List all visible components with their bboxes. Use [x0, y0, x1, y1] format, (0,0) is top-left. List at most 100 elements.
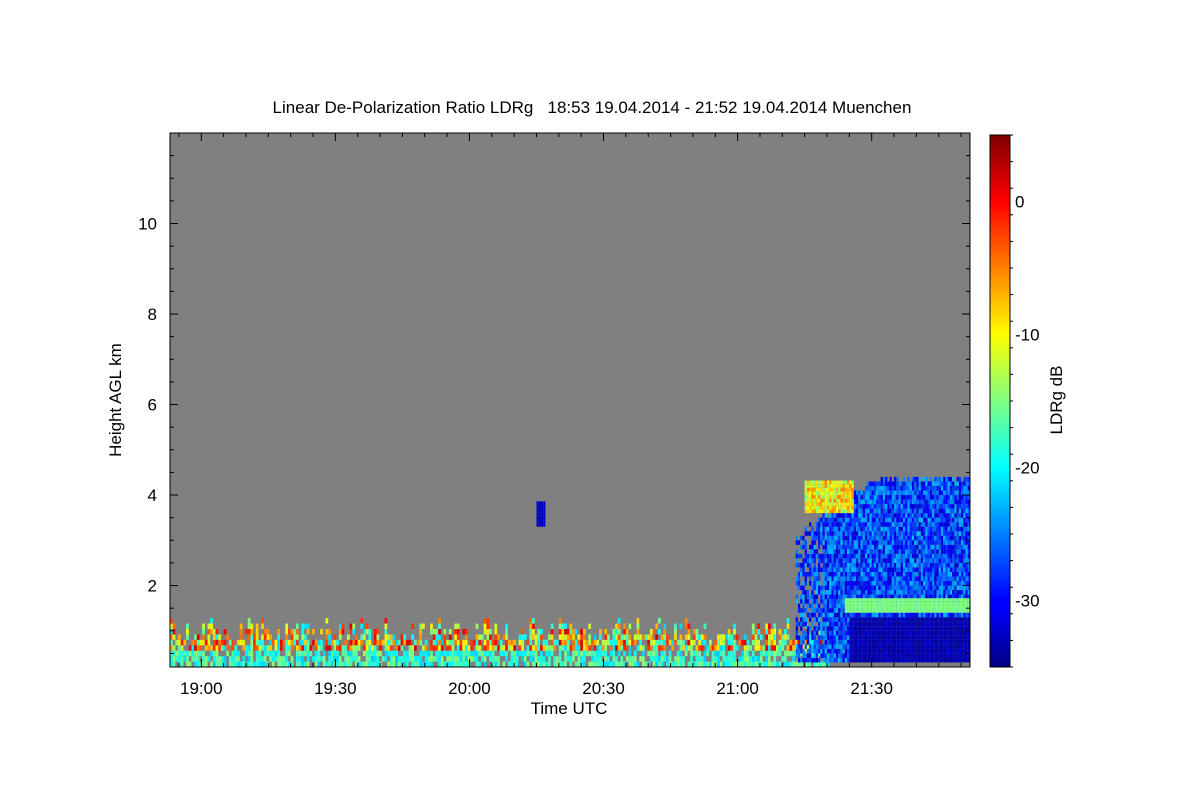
heatmap-cell [894, 571, 897, 577]
heatmap-cell [932, 635, 935, 640]
heatmap-cell [876, 609, 879, 613]
heatmap-cell [905, 558, 908, 563]
heatmap-cell [831, 553, 834, 559]
heatmap-cell [932, 499, 935, 505]
heatmap-cell [873, 639, 877, 645]
heatmap-cell [961, 626, 964, 631]
heatmap-cell [873, 535, 877, 541]
heatmap-cell [574, 661, 578, 667]
heatmap-cell [824, 590, 827, 595]
heatmap-cell [172, 645, 176, 651]
heatmap-cell [925, 653, 928, 658]
heatmap-cell [263, 634, 267, 640]
heatmap-cell [459, 639, 463, 646]
heatmap-cell [797, 648, 801, 654]
heatmap-cell [943, 562, 946, 568]
heatmap-cell [844, 581, 848, 586]
heatmap-cell [395, 639, 398, 646]
heatmap-cell [914, 612, 917, 618]
heatmap-cell [945, 657, 948, 663]
heatmap-cell [550, 623, 554, 629]
heatmap-cell [860, 517, 863, 523]
heatmap-cell [943, 485, 946, 491]
heatmap-cell [333, 650, 337, 657]
heatmap-cell [858, 522, 861, 527]
heatmap-cell [891, 644, 895, 649]
heatmap-cell [483, 645, 487, 651]
heatmap-cell [860, 639, 863, 645]
heatmap-cell [923, 522, 926, 527]
heatmap-cell [876, 601, 879, 606]
heatmap-cell [911, 485, 915, 491]
heatmap-cell [902, 517, 906, 523]
heatmap-cell [849, 576, 852, 582]
heatmap-cell [891, 657, 895, 663]
heatmap-cell [542, 639, 546, 646]
heatmap-cell [956, 495, 959, 500]
heatmap-cell [916, 612, 919, 618]
heatmap-cell [835, 522, 839, 527]
heatmap-cell [475, 650, 479, 657]
heatmap-cell [851, 480, 854, 485]
heatmap-cell [628, 639, 632, 646]
heatmap-cell [876, 513, 879, 518]
heatmap-cell [965, 657, 968, 663]
heatmap-cell [840, 608, 843, 613]
heatmap-cell [902, 581, 906, 586]
heatmap-cell [940, 648, 944, 654]
heatmap-cell [867, 612, 870, 618]
heatmap-cell [824, 509, 827, 514]
heatmap-cell [285, 661, 288, 667]
heatmap-cell [902, 544, 906, 550]
heatmap-cell [965, 626, 968, 631]
heatmap-cell [835, 639, 839, 645]
heatmap-cell [194, 650, 197, 657]
heatmap-cell [873, 581, 877, 586]
heatmap-cell [952, 522, 955, 527]
heatmap-cell [831, 540, 834, 545]
heatmap-cell [918, 531, 921, 536]
heatmap-cell [792, 656, 795, 662]
heatmap-cell [826, 502, 830, 506]
heatmap-cell [545, 645, 549, 651]
heatmap-cell [674, 628, 677, 635]
heatmap-cell [306, 639, 310, 646]
heatmap-cell [887, 639, 890, 645]
heatmap-cell [596, 645, 600, 651]
heatmap-cell [867, 522, 870, 527]
heatmap-cell [958, 630, 962, 636]
heatmap-cell [880, 522, 883, 527]
heatmap-cell [914, 626, 917, 631]
heatmap-cell [824, 517, 827, 523]
heatmap-cell [304, 645, 307, 651]
heatmap-cell [844, 535, 848, 541]
heatmap-cell [914, 590, 917, 595]
heatmap-cell [929, 495, 933, 500]
y-tick-label: 8 [148, 305, 157, 324]
heatmap-cell [840, 567, 843, 572]
heatmap-cell [840, 480, 843, 485]
heatmap-cell [668, 656, 672, 662]
heatmap-cell [860, 609, 863, 613]
heatmap-cell [314, 656, 318, 662]
heatmap-cell [336, 656, 339, 662]
heatmap-cell [741, 650, 744, 657]
heatmap-cell [820, 626, 823, 631]
heatmap-cell [330, 656, 334, 662]
heatmap-cell [250, 645, 254, 651]
heatmap-cell [322, 656, 326, 662]
heatmap-cell [797, 608, 801, 613]
heatmap-cell [717, 661, 720, 667]
heatmap-cell [831, 522, 834, 527]
heatmap-cell [907, 657, 910, 663]
heatmap-cell [929, 617, 933, 622]
heatmap-cell [918, 598, 921, 602]
heatmap-cell [916, 513, 919, 518]
heatmap-cell [876, 535, 879, 541]
heatmap-cell [215, 634, 219, 640]
heatmap-cell [864, 571, 868, 577]
heatmap-cell [822, 626, 825, 631]
heatmap-cell [963, 558, 966, 563]
heatmap-cell [815, 522, 819, 527]
heatmap-cell [956, 562, 959, 568]
